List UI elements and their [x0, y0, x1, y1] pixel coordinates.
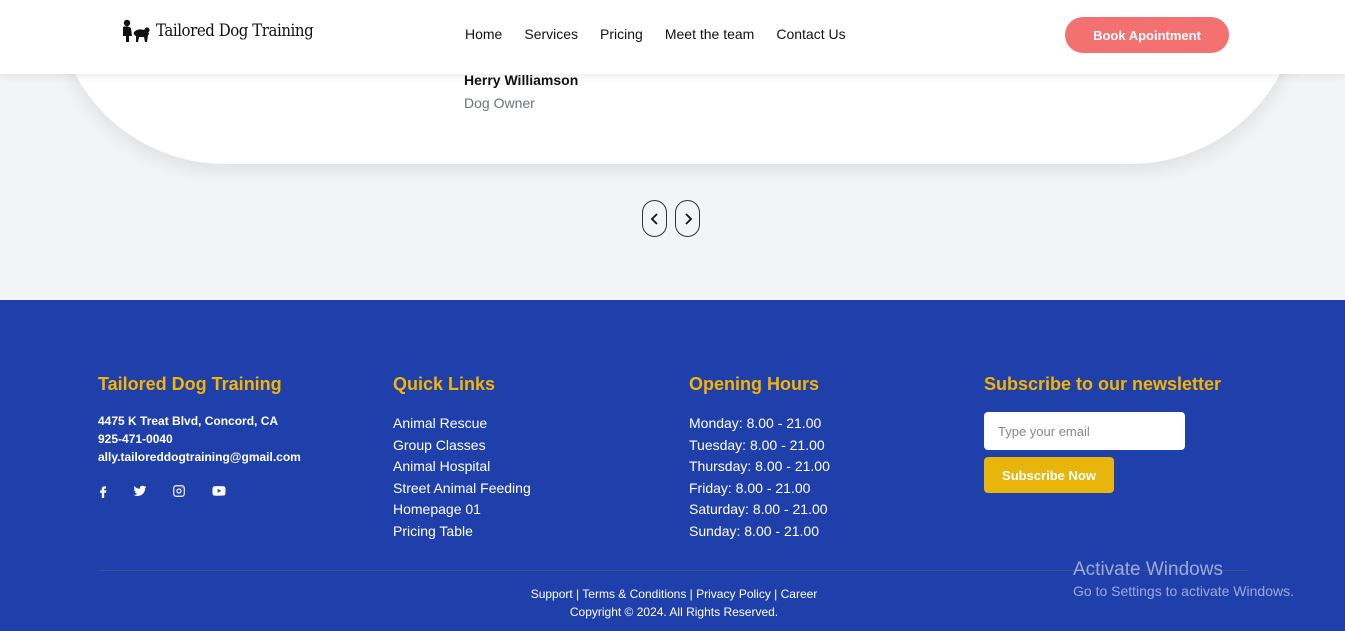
hours-friday: Friday: 8.00 - 21.00 — [689, 480, 811, 496]
site-header: Tailored Dog Training Home Services Pric… — [0, 0, 1345, 74]
chevron-right-icon — [684, 212, 692, 225]
nav-meet-the-team[interactable]: Meet the team — [665, 26, 755, 42]
footer-link-privacy[interactable]: Privacy Policy — [696, 587, 771, 601]
testimonial-role: Dog Owner — [464, 95, 535, 111]
testimonial-name: Herry Williamson — [464, 72, 579, 88]
instagram-icon[interactable] — [171, 483, 187, 499]
nav-pricing[interactable]: Pricing — [600, 26, 643, 42]
quick-link-animal-rescue[interactable]: Animal Rescue — [393, 415, 487, 431]
quick-link-homepage-01[interactable]: Homepage 01 — [393, 501, 481, 517]
footer-address: 4475 K Treat Blvd, Concord, CA — [98, 414, 279, 428]
hours-sunday: Sunday: 8.00 - 21.00 — [689, 523, 819, 539]
facebook-icon[interactable] — [95, 483, 111, 499]
hours-monday: Monday: 8.00 - 21.00 — [689, 415, 822, 431]
quick-link-pricing-table[interactable]: Pricing Table — [393, 523, 473, 539]
chevron-left-icon — [650, 212, 658, 225]
watermark-title: Activate Windows — [1073, 559, 1223, 580]
main-nav: Home Services Pricing Meet the team Cont… — [465, 26, 846, 42]
footer-link-terms[interactable]: Terms & Conditions — [582, 587, 686, 601]
quick-link-street-animal-feeding[interactable]: Street Animal Feeding — [393, 480, 531, 496]
twitter-icon[interactable] — [132, 483, 148, 499]
newsletter-email-input[interactable] — [984, 412, 1185, 450]
site-logo[interactable]: Tailored Dog Training — [120, 18, 335, 44]
nav-services[interactable]: Services — [524, 26, 578, 42]
footer-phone[interactable]: 925-471-0040 — [98, 432, 173, 446]
carousel-prev-button[interactable] — [642, 200, 667, 237]
hours-saturday: Saturday: 8.00 - 21.00 — [689, 501, 828, 517]
watermark-subtitle: Go to Settings to activate Windows. — [1073, 583, 1294, 599]
nav-home[interactable]: Home — [465, 26, 502, 42]
quick-link-animal-hospital[interactable]: Animal Hospital — [393, 458, 490, 474]
footer-quick-links-title: Quick Links — [393, 374, 496, 394]
link-separator: | — [686, 587, 697, 601]
book-appointment-button[interactable]: Book Apointment — [1065, 17, 1229, 53]
hours-thursday: Thursday: 8.00 - 21.00 — [689, 458, 830, 474]
youtube-icon[interactable] — [211, 483, 227, 499]
footer-company-title: Tailored Dog Training — [98, 374, 282, 394]
logo-text: Tailored Dog Training — [156, 21, 314, 41]
footer-opening-hours-title: Opening Hours — [689, 374, 819, 394]
nav-contact-us[interactable]: Contact Us — [776, 26, 845, 42]
link-separator: | — [572, 587, 583, 601]
footer-link-career[interactable]: Career — [781, 587, 818, 601]
dog-trainer-logo-icon — [123, 19, 150, 42]
activate-windows-watermark: Activate Windows Go to Settings to activ… — [1073, 559, 1294, 599]
footer-email[interactable]: ally.tailoreddogtraining@gmail.com — [98, 450, 301, 464]
footer-copyright: Copyright © 2024. All Rights Reserved. — [569, 605, 779, 619]
footer-newsletter-title: Subscribe to our newsletter — [984, 374, 1222, 394]
subscribe-now-button[interactable]: Subscribe Now — [984, 457, 1114, 493]
footer-link-support[interactable]: Support — [531, 587, 573, 601]
carousel-next-button[interactable] — [675, 200, 700, 237]
quick-link-group-classes[interactable]: Group Classes — [393, 437, 486, 453]
link-separator: | — [770, 587, 781, 601]
hours-tuesday: Tuesday: 8.00 - 21.00 — [689, 437, 825, 453]
